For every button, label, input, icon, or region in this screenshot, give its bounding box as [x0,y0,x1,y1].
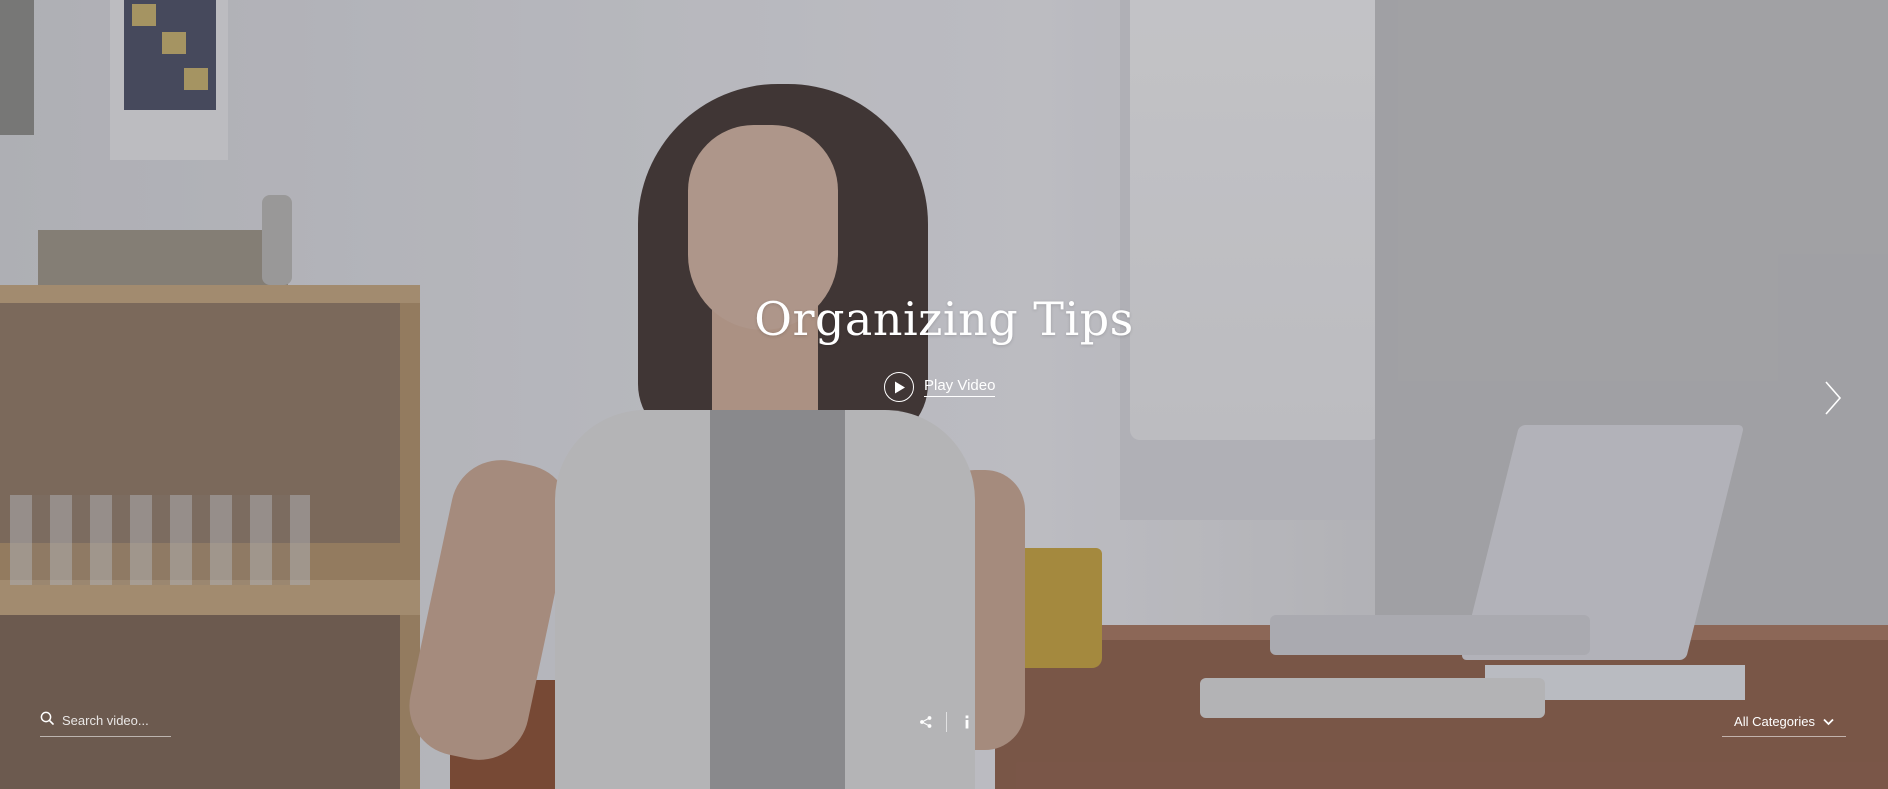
search-input[interactable] [62,713,162,728]
category-selected[interactable]: All Categories [1734,714,1815,729]
tool-divider [946,712,947,732]
chevron-down-icon[interactable] [1823,714,1834,729]
video-tools [914,710,979,734]
search-bar[interactable] [40,705,171,737]
play-video-label[interactable]: Play Video [924,377,996,397]
search-icon [40,711,54,730]
play-icon[interactable] [884,372,914,402]
info-icon[interactable] [955,710,979,734]
share-icon[interactable] [914,710,938,734]
play-video-button[interactable]: Play Video [884,372,996,402]
chevron-right-icon[interactable] [1818,378,1846,418]
category-dropdown[interactable]: All Categories [1722,706,1846,737]
hero-title: Organizing Tips [754,292,1134,346]
